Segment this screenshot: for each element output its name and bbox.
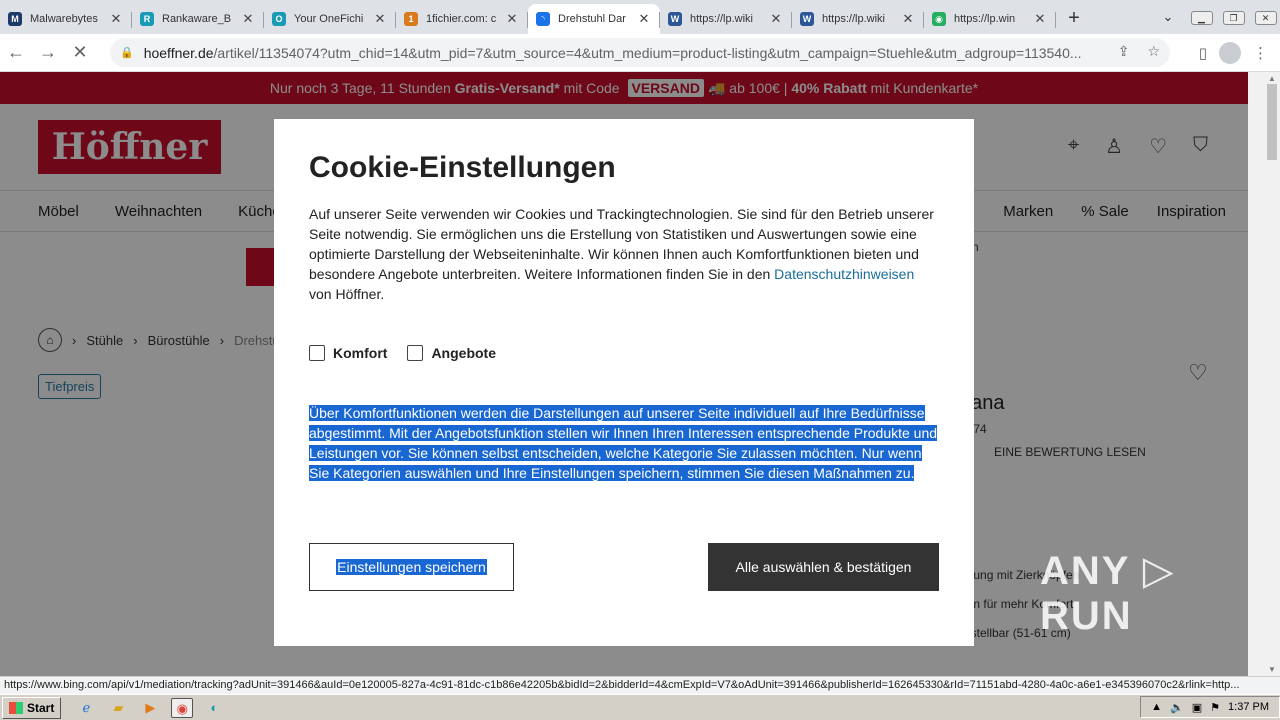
dialog-title: Cookie-Einstellungen: [309, 151, 616, 184]
minimize-button[interactable]: ▁: [1184, 9, 1216, 25]
dialog-intro: Auf unserer Seite verwenden wir Cookies …: [309, 204, 939, 304]
tab-title: Drehstuhl Dar: [558, 13, 626, 25]
windows-logo-icon: [9, 701, 23, 714]
tab-favicon-icon: W: [668, 12, 682, 26]
browser-tab[interactable]: Whttps://lp.wiki ✕: [792, 4, 924, 34]
system-tray: ▲ 🔈 ▣ ⚑ 1:37 PM: [1140, 696, 1280, 718]
tab-favicon-icon: ◝: [536, 12, 550, 26]
tab-favicon-icon: O: [272, 12, 286, 26]
ie-icon[interactable]: ℯ: [75, 698, 97, 718]
network-icon[interactable]: ▣: [1192, 701, 1202, 714]
selected-details-text: Über Komfortfunktionen werden die Darste…: [309, 403, 941, 483]
start-label: Start: [27, 700, 55, 715]
comfort-label: Komfort: [333, 345, 388, 361]
browser-tab[interactable]: 1 1fichier.com: c ✕: [396, 4, 528, 34]
tab-close-icon[interactable]: ✕: [900, 11, 916, 27]
tab-close-icon[interactable]: ✕: [372, 11, 388, 27]
address-bar[interactable]: 🔒 hoeffner.de/artikel/11354074?utm_chid=…: [110, 38, 1170, 67]
url-host: hoeffner.de: [143, 44, 214, 61]
anyrun-watermark: ANY ▷ RUN: [1040, 549, 1176, 638]
media-player-icon[interactable]: ▶: [139, 698, 161, 718]
browser-tab[interactable]: O Your OneFichi ✕: [264, 4, 396, 34]
browser-tab[interactable]: ◉ https://lp.win ✕: [924, 4, 1056, 34]
restore-button[interactable]: ❐: [1216, 9, 1248, 25]
tab-favicon-icon: W: [800, 12, 814, 26]
details-text: Über Komfortfunktionen werden die Darste…: [309, 405, 938, 481]
browser-tab[interactable]: ◝ Drehstuhl Dar ✕: [528, 4, 660, 34]
scroll-up-icon[interactable]: ▲: [1268, 74, 1276, 83]
tab-search-icon[interactable]: ⌄: [1152, 9, 1184, 25]
windows-taskbar: Start ℯ ▰ ▶ ◉ ◐ ▲ 🔈 ▣ ⚑ 1:37 PM: [0, 694, 1280, 720]
browser-tab[interactable]: R Rankaware_B ✕: [132, 4, 264, 34]
clock[interactable]: 1:37 PM: [1228, 701, 1269, 713]
tab-title: https://lp.win: [954, 13, 1016, 25]
browser-tab[interactable]: M Malwarebytes ✕: [0, 4, 132, 34]
back-arrow-icon[interactable]: ←: [0, 42, 32, 63]
tab-favicon-icon: M: [8, 12, 22, 26]
tab-close-icon[interactable]: ✕: [108, 11, 124, 27]
volume-icon[interactable]: 🔈: [1170, 701, 1184, 714]
lock-icon[interactable]: 🔒: [120, 46, 134, 59]
tab-close-icon[interactable]: ✕: [1032, 11, 1048, 27]
tab-close-icon[interactable]: ✕: [504, 11, 520, 27]
tab-separator: [1055, 12, 1056, 28]
comfort-checkbox[interactable]: Komfort: [309, 345, 387, 361]
flag-icon[interactable]: ⚑: [1210, 701, 1220, 714]
forward-arrow-icon[interactable]: →: [32, 42, 64, 63]
side-panel-icon[interactable]: ▯: [1199, 44, 1207, 62]
tab-title: Your OneFichi: [294, 13, 364, 25]
tab-favicon-icon: R: [140, 12, 154, 26]
scroll-down-icon[interactable]: ▼: [1268, 665, 1276, 674]
tab-close-icon[interactable]: ✕: [636, 11, 652, 27]
browser-tab[interactable]: Whttps://lp.wiki ✕: [660, 4, 792, 34]
scrollbar-thumb[interactable]: [1267, 84, 1277, 160]
tray-expand-icon[interactable]: ▲: [1151, 701, 1162, 713]
tab-title: Malwarebytes: [30, 13, 98, 25]
tab-favicon-icon: ◉: [932, 12, 946, 26]
tab-title: 1fichier.com: c: [426, 13, 497, 25]
tab-close-icon[interactable]: ✕: [768, 11, 784, 27]
start-button[interactable]: Start: [2, 696, 62, 719]
folder-icon[interactable]: ▰: [107, 698, 129, 718]
save-settings-label: Einstellungen speichern: [336, 559, 487, 575]
chrome-icon[interactable]: ◉: [171, 697, 194, 718]
window-controls: ⌄ ▁ ❐ ✕: [1152, 0, 1280, 34]
checkbox-box[interactable]: [407, 345, 424, 361]
page-scrollbar[interactable]: ▲ ▼: [1248, 72, 1280, 676]
url-path: /artikel/11354074?utm_chid=14&utm_pid=7&…: [213, 44, 1082, 61]
browser-toolbar: ← → ✕ 🔒 hoeffner.de/artikel/11354074?utm…: [0, 34, 1280, 72]
tab-title: https://lp.wiki: [690, 13, 753, 25]
share-icon[interactable]: ⇪: [1118, 43, 1130, 60]
edge-icon[interactable]: ◐: [203, 698, 225, 718]
tab-title: https://lp.wiki: [822, 13, 885, 25]
stop-loading-icon[interactable]: ✕: [64, 42, 96, 63]
offers-checkbox[interactable]: Angebote: [407, 345, 496, 361]
checkbox-box[interactable]: [309, 345, 325, 361]
close-window-button[interactable]: ✕: [1248, 9, 1280, 25]
url-text[interactable]: hoeffner.de/artikel/11354074?utm_chid=14…: [144, 45, 1104, 61]
menu-kebab-icon[interactable]: ⋮: [1253, 44, 1268, 62]
tab-favicon-icon: 1: [404, 12, 418, 26]
link-status-bar: https://www.bing.com/api/v1/mediation/tr…: [0, 676, 1280, 694]
accept-all-button[interactable]: Alle auswählen & bestätigen: [708, 543, 939, 591]
tab-close-icon[interactable]: ✕: [240, 11, 256, 27]
tab-title: Rankaware_B: [162, 13, 232, 25]
browser-tab-bar: M Malwarebytes ✕ R Rankaware_B ✕ O Your OneFich…: [0, 0, 1280, 34]
save-settings-button[interactable]: Einstellungen speichern: [309, 543, 514, 591]
new-tab-button[interactable]: +: [1056, 4, 1092, 34]
cookie-settings-dialog: Cookie-Einstellungen Auf unserer Seite v…: [274, 119, 974, 646]
intro-end: von Höffner.: [309, 286, 385, 302]
privacy-link[interactable]: Datenschutzhinweisen: [774, 266, 914, 282]
bookmark-star-icon[interactable]: ☆: [1147, 43, 1160, 60]
profile-avatar[interactable]: [1219, 42, 1241, 64]
offers-label: Angebote: [431, 345, 496, 361]
